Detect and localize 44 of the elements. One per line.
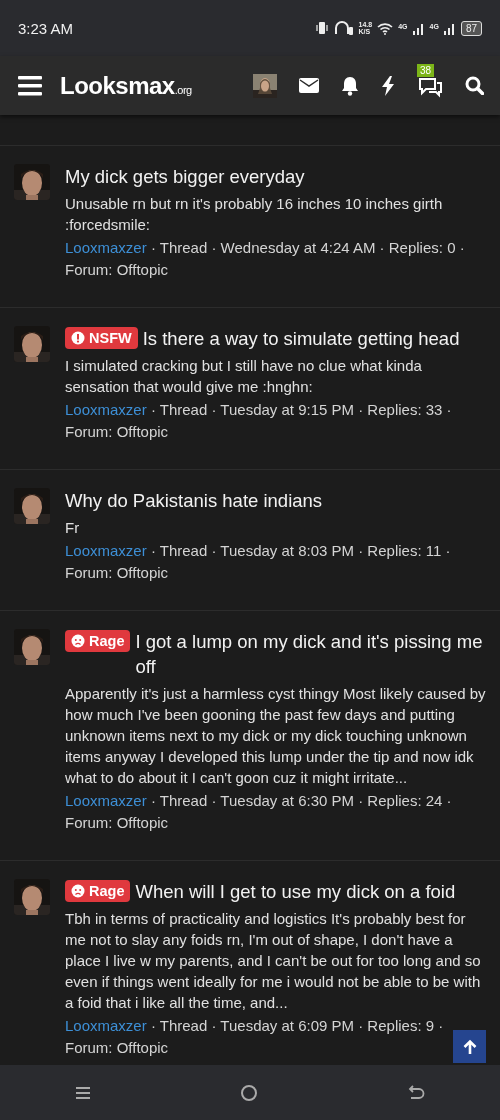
signal-icon xyxy=(412,21,425,35)
arrow-up-icon xyxy=(462,1038,477,1055)
thread-meta: Looxmaxzer · Thread · Wednesday at 4:24 AM · Replies: 0 · Forum: Offtopic xyxy=(65,238,466,280)
thread-meta: Looxmaxzer · Thread · Tuesday at 8:03 PM · Replies: 11 · Forum: Offtopic xyxy=(65,541,452,583)
mail-icon[interactable] xyxy=(299,78,319,93)
thread-title[interactable]: When will I get to use my dick on a foid xyxy=(135,879,486,904)
signal-icon xyxy=(443,21,456,35)
wifi-icon xyxy=(377,21,394,35)
angry-face-icon xyxy=(71,884,85,898)
thread-title[interactable]: My dick gets bigger everyday xyxy=(65,164,486,189)
menu-icon[interactable] xyxy=(18,75,42,96)
search-icon[interactable] xyxy=(465,76,484,95)
author-link[interactable]: Looxmaxzer xyxy=(65,542,147,559)
thread-title[interactable]: I got a lump on my dick and it's pissing me off xyxy=(135,629,486,679)
author-link[interactable]: Looxmaxzer xyxy=(65,1017,147,1034)
bell-icon[interactable] xyxy=(341,75,359,96)
author-link[interactable]: Looxmaxzer xyxy=(65,792,147,809)
thread-snippet: Unusable rn but rn it's probably 16 inches 10 inches girth :forcedsmile: xyxy=(65,194,444,235)
battery-level: 87 xyxy=(460,20,482,36)
back-icon[interactable] xyxy=(407,1084,426,1101)
exclamation-icon xyxy=(71,331,85,345)
prefix-label[interactable]: NSFW xyxy=(65,327,138,349)
prefix-label[interactable]: Rage xyxy=(65,880,131,902)
thread-snippet: Tbh in terms of practicality and logistics It's probably best for me not to slay any foids rn, I'm out of shape, I don't have a place I live w my parents, and I can't be out for too long and so even if things went ideally for me i would not be able to be with a foid that i like all the time, and... xyxy=(65,909,482,1013)
home-icon[interactable] xyxy=(240,1083,258,1102)
thread-meta: Looxmaxzer · Thread · Tuesday at 6:30 PM · Replies: 24 · Forum: Offtopic xyxy=(65,791,453,833)
thread-meta: Looxmaxzer · Thread · Tuesday at 9:15 PM · Replies: 33 · Forum: Offtopic xyxy=(65,400,453,442)
thread-snippet: Apparently it's just a harmless cyst thingy Most likely caused by how much I've been gooning the past few days and putting unknown items next to my dick or my dick touching unknown items anyway I developed this lump under the tip and now idk what to do about it I can't goon cuz it might irritate... xyxy=(65,684,486,788)
angry-face-icon xyxy=(71,634,85,648)
lightning-icon[interactable] xyxy=(381,75,395,96)
notification-badge: 38 xyxy=(417,63,435,77)
site-logo[interactable]: Looksmax.org xyxy=(60,71,192,100)
thread-snippet: Fr xyxy=(65,518,81,538)
vibrate-icon xyxy=(314,21,329,35)
thread-title[interactable]: Why do Pakistanis hate indians xyxy=(65,488,486,513)
headphones-icon xyxy=(333,21,354,35)
author-link[interactable]: Looxmaxzer xyxy=(65,401,147,418)
author-link[interactable]: Looxmaxzer xyxy=(65,239,147,256)
recent-apps-icon[interactable] xyxy=(74,1085,91,1100)
thread-title[interactable]: Is there a way to simulate getting head xyxy=(142,326,486,351)
scroll-top-button[interactable] xyxy=(453,1030,486,1063)
clock-time: 3:23 AM xyxy=(18,19,74,37)
prefix-label[interactable]: Rage xyxy=(65,630,131,652)
thread-snippet: I simulated cracking but I still have no clue what kinda sensation that would give me :hnghn: xyxy=(65,356,423,397)
